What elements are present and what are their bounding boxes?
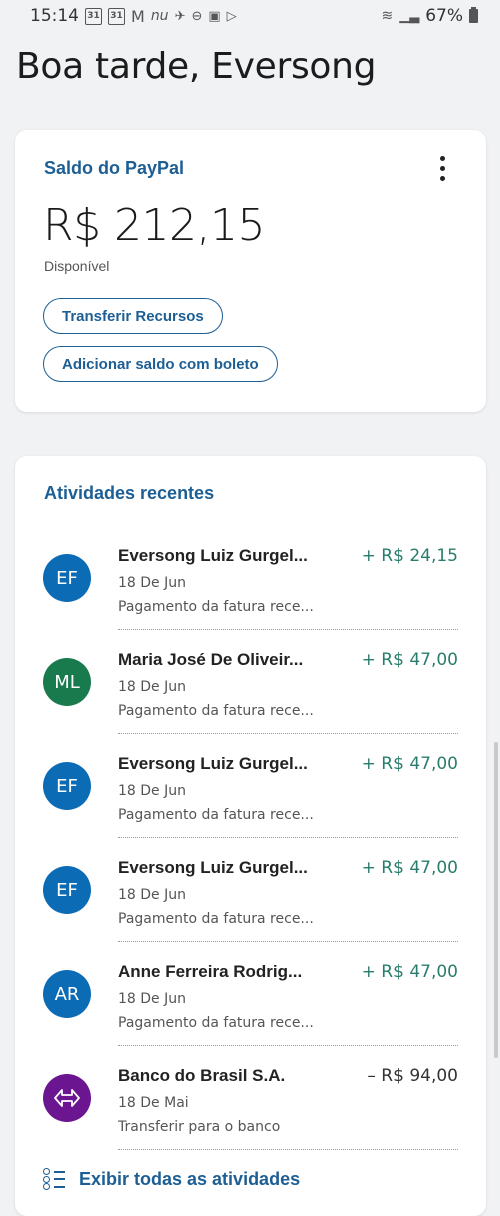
activity-date: 18 De Jun (118, 575, 186, 591)
transfer-arrows-icon (43, 1074, 91, 1122)
show-all-activities-link[interactable]: Exibir todas as atividades (43, 1168, 300, 1190)
status-bar: 15:14 31 31 M nu ✈ ⊖ ▣ ▷ ≋ ▁▃ 67% (0, 0, 500, 32)
activity-name: Eversong Luiz Gurgel... (118, 858, 308, 877)
row-divider (118, 837, 458, 838)
avatar: AR (43, 970, 91, 1018)
row-divider (118, 1149, 458, 1150)
activity-row[interactable]: EF Eversong Luiz Gurgel... + R$ 47,00 18… (15, 852, 486, 956)
avatar: ML (43, 658, 91, 706)
balance-title: Saldo do PayPal (44, 158, 185, 178)
activity-date: 18 De Mai (118, 1095, 189, 1111)
activity-description: Pagamento da fatura rece... (118, 599, 314, 615)
activity-date: 18 De Jun (118, 783, 186, 799)
balance-card[interactable]: Saldo do PayPal R$ 212,15 Disponível Tra… (15, 130, 486, 412)
activity-description: Transferir para o banco (118, 1119, 281, 1135)
activity-row[interactable]: EF Eversong Luiz Gurgel... + R$ 47,00 18… (15, 748, 486, 852)
activity-amount: + R$ 47,00 (361, 962, 458, 982)
activity-name: Eversong Luiz Gurgel... (118, 546, 308, 565)
scrollbar[interactable] (494, 742, 498, 1058)
status-time: 15:14 (30, 6, 79, 26)
activity-name: Maria José De Oliveir... (118, 650, 304, 669)
wifi-icon: ≋ (381, 8, 394, 24)
do-not-disturb-icon: ⊖ (191, 8, 203, 24)
activity-row[interactable]: ML Maria José De Oliveir... + R$ 47,00 1… (15, 644, 486, 748)
activity-description: Pagamento da fatura rece... (118, 911, 314, 927)
activity-name: Eversong Luiz Gurgel... (118, 754, 308, 773)
list-icon (43, 1168, 65, 1190)
calendar-icon-2: 31 (108, 7, 125, 25)
activity-amount: + R$ 47,00 (361, 754, 458, 774)
nubank-icon: nu (150, 8, 169, 24)
balance-caption: Disponível (44, 258, 110, 274)
row-divider (118, 629, 458, 630)
activity-row[interactable]: AR Anne Ferreira Rodrig... + R$ 47,00 18… (15, 956, 486, 1060)
activity-row[interactable]: Banco do Brasil S.A. – R$ 94,00 18 De Ma… (15, 1060, 486, 1164)
row-divider (118, 733, 458, 734)
activity-date: 18 De Jun (118, 991, 186, 1007)
activity-row[interactable]: EF Eversong Luiz Gurgel... + R$ 24,15 18… (15, 540, 486, 644)
calendar-icon: 31 (85, 7, 102, 25)
activity-amount: + R$ 47,00 (361, 650, 458, 670)
add-balance-boleto-button[interactable]: Adicionar saldo com boleto (43, 346, 278, 382)
activity-title: Atividades recentes (44, 483, 215, 503)
status-right: ≋ ▁▃ 67% (381, 6, 478, 26)
row-divider (118, 941, 458, 942)
signal-icon: ▁▃ (399, 8, 420, 24)
row-divider (118, 1045, 458, 1046)
activity-date: 18 De Jun (118, 679, 186, 695)
avatar: EF (43, 866, 91, 914)
activity-amount: + R$ 24,15 (361, 546, 458, 566)
avatar: EF (43, 762, 91, 810)
activity-amount: + R$ 47,00 (361, 858, 458, 878)
battery-percentage: 67% (425, 6, 463, 26)
play-store-icon: ▷ (226, 8, 237, 24)
avatar: EF (43, 554, 91, 602)
activity-description: Pagamento da fatura rece... (118, 1015, 314, 1031)
activity-name: Banco do Brasil S.A. (118, 1066, 286, 1085)
balance-amount: R$ 212,15 (43, 200, 266, 251)
app-notification-icon: ✈ (174, 8, 186, 24)
battery-icon (469, 7, 478, 23)
activity-description: Pagamento da fatura rece... (118, 807, 314, 823)
more-options-icon[interactable] (440, 156, 446, 181)
greeting-title: Boa tarde, Eversong (16, 46, 377, 87)
activity-card: Atividades recentes EF Eversong Luiz Gur… (15, 456, 486, 1216)
activity-date: 18 De Jun (118, 887, 186, 903)
activity-description: Pagamento da fatura rece... (118, 703, 314, 719)
activity-amount: – R$ 94,00 (367, 1066, 458, 1086)
transfer-funds-button[interactable]: Transferir Recursos (43, 298, 223, 334)
show-all-label: Exibir todas as atividades (79, 1168, 301, 1189)
gmail-icon: M (131, 6, 145, 26)
image-icon: ▣ (208, 8, 221, 24)
status-left: 15:14 31 31 M nu ✈ ⊖ ▣ ▷ (30, 6, 237, 26)
activity-name: Anne Ferreira Rodrig... (118, 962, 303, 981)
